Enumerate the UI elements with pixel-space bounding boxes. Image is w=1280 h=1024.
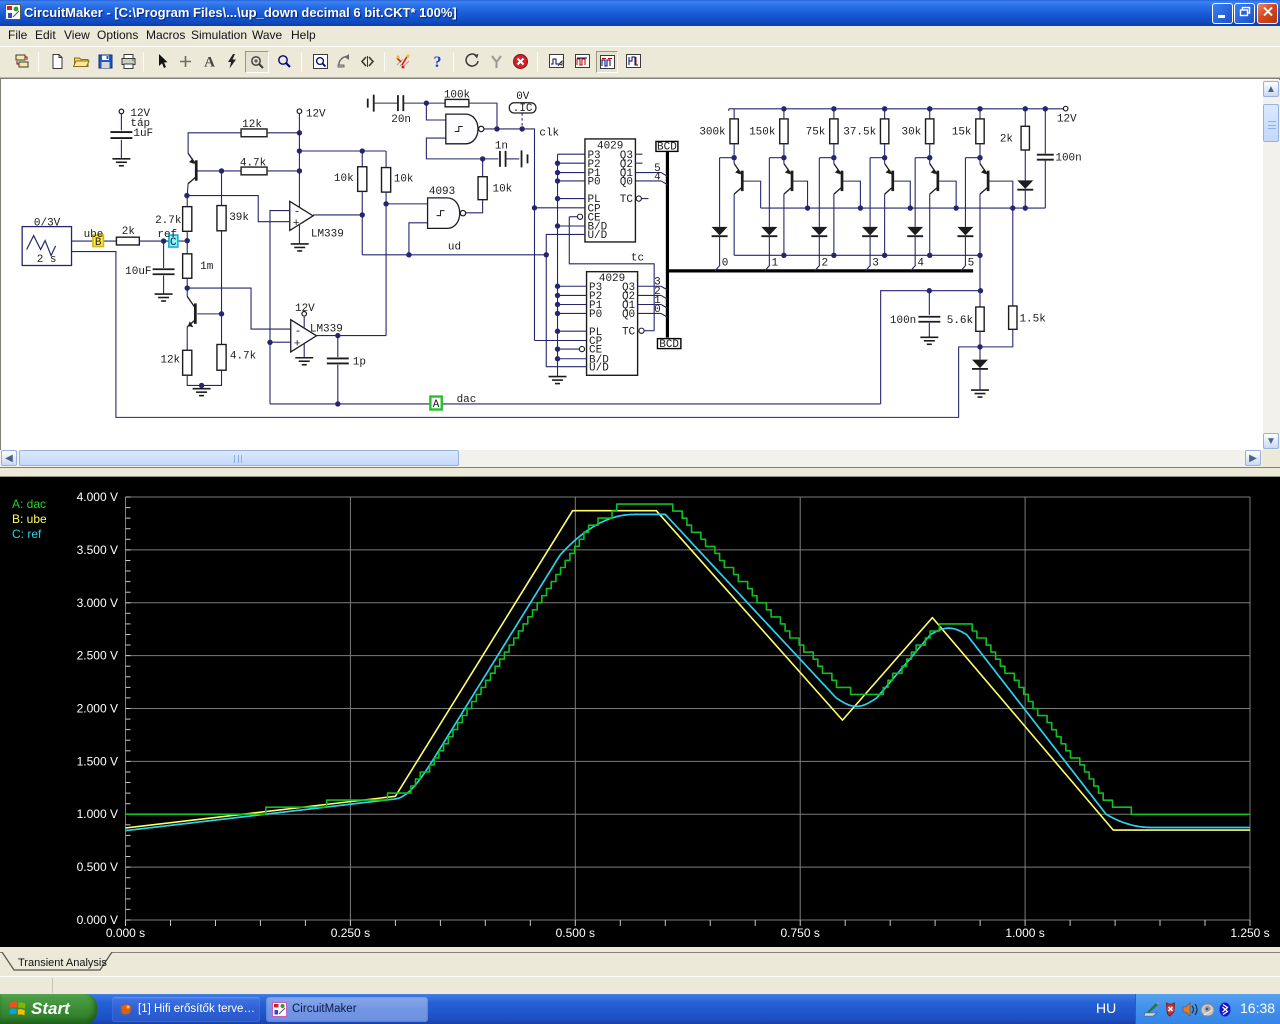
svg-text:1.000 V: 1.000 V	[77, 807, 118, 821]
svg-text:100n: 100n	[1055, 152, 1081, 164]
svg-text:tc: tc	[631, 253, 644, 265]
svg-text:4: 4	[654, 171, 661, 183]
svg-text:0.250 s: 0.250 s	[331, 926, 370, 940]
svg-text:?: ?	[433, 54, 441, 70]
svg-text:1n: 1n	[495, 140, 508, 152]
svg-text:300k: 300k	[699, 126, 726, 138]
svg-text:1.000 s: 1.000 s	[1005, 926, 1044, 940]
svg-text:12k: 12k	[160, 355, 180, 367]
svg-text:U/D: U/D	[587, 230, 607, 242]
svg-text:10k: 10k	[492, 184, 512, 196]
svg-text:100n: 100n	[890, 315, 916, 327]
svg-text:Q0: Q0	[620, 177, 633, 189]
svg-text:0: 0	[654, 304, 661, 316]
svg-text:0.750 s: 0.750 s	[781, 926, 820, 940]
svg-text:2k: 2k	[1000, 133, 1014, 145]
svg-text:Q0: Q0	[622, 309, 635, 321]
svg-text:1.250 s: 1.250 s	[1230, 926, 1269, 940]
svg-text:C: ref: C: ref	[12, 527, 42, 541]
svg-text:+: +	[293, 218, 300, 230]
svg-text:4.7k: 4.7k	[230, 351, 257, 363]
svg-text:U/D: U/D	[589, 362, 609, 374]
svg-text:LM339: LM339	[310, 323, 343, 335]
svg-text:0.500 s: 0.500 s	[556, 926, 595, 940]
svg-text:10k: 10k	[394, 174, 414, 186]
svg-text:100k: 100k	[444, 89, 471, 101]
svg-text:12V: 12V	[306, 108, 326, 120]
svg-text:2k: 2k	[122, 226, 136, 238]
svg-text:10uF: 10uF	[125, 266, 151, 278]
svg-text:ref: ref	[157, 229, 177, 241]
svg-text:1.5k: 1.5k	[1019, 313, 1046, 325]
svg-text:3.000 V: 3.000 V	[77, 596, 118, 610]
svg-text:30k: 30k	[901, 126, 921, 138]
svg-text:150k: 150k	[749, 126, 776, 138]
svg-text:2: 2	[822, 257, 829, 269]
svg-text:1p: 1p	[353, 357, 366, 369]
svg-text:2.7k: 2.7k	[155, 215, 182, 227]
svg-text:2.000 V: 2.000 V	[77, 702, 118, 716]
svg-text:20n: 20n	[391, 114, 411, 126]
svg-text:-: -	[295, 326, 302, 338]
svg-text:3.500 V: 3.500 V	[77, 543, 118, 557]
svg-text:10k: 10k	[334, 173, 354, 185]
svg-text:LM339: LM339	[311, 229, 344, 241]
svg-text:+: +	[294, 339, 301, 351]
svg-text:ud: ud	[448, 242, 461, 254]
svg-text:5.6k: 5.6k	[947, 315, 974, 327]
svg-text:A: A	[204, 55, 215, 71]
svg-text:1m: 1m	[200, 261, 214, 273]
svg-text:2 s: 2 s	[37, 254, 57, 266]
svg-text:37.5k: 37.5k	[843, 126, 876, 138]
svg-text:4: 4	[917, 257, 924, 269]
svg-text:A: dac: A: dac	[12, 497, 46, 511]
svg-text:-: -	[294, 206, 301, 218]
svg-text:0V: 0V	[516, 91, 530, 103]
svg-text:15k: 15k	[952, 126, 972, 138]
svg-text:1.500 V: 1.500 V	[77, 754, 118, 768]
svg-text:clk: clk	[539, 127, 559, 139]
svg-text:12V: 12V	[1057, 113, 1077, 125]
svg-text:39k: 39k	[229, 212, 249, 224]
svg-text:TC: TC	[620, 194, 634, 206]
svg-text:4.000 V: 4.000 V	[77, 490, 118, 504]
svg-text:dac: dac	[457, 394, 477, 406]
svg-text:3: 3	[872, 257, 879, 269]
svg-text:0.500 V: 0.500 V	[77, 860, 118, 874]
svg-text:.IC: .IC	[513, 103, 533, 115]
svg-text:0.000 s: 0.000 s	[106, 926, 145, 940]
svg-text:BCD: BCD	[657, 142, 677, 154]
svg-text:0/3V: 0/3V	[34, 218, 61, 230]
svg-text:A: A	[433, 399, 440, 411]
svg-text:1uF: 1uF	[133, 128, 153, 140]
svg-text:12k: 12k	[242, 119, 262, 131]
svg-text:1: 1	[772, 257, 779, 269]
svg-text:0: 0	[722, 257, 729, 269]
svg-text:2.500 V: 2.500 V	[77, 649, 118, 663]
svg-text:BCD: BCD	[659, 339, 679, 351]
svg-text:4.7k: 4.7k	[240, 157, 267, 169]
svg-text:P0: P0	[589, 309, 602, 321]
svg-text:Transient Analysis: Transient Analysis	[18, 957, 107, 969]
svg-text:12V: 12V	[295, 303, 315, 315]
svg-text:TC: TC	[622, 326, 636, 338]
svg-text:P0: P0	[587, 177, 600, 189]
svg-text:0.000 V: 0.000 V	[77, 913, 118, 927]
svg-text:5: 5	[968, 257, 975, 269]
svg-text:ube: ube	[84, 229, 104, 241]
svg-text:75k: 75k	[806, 126, 826, 138]
svg-text:4093: 4093	[429, 186, 455, 198]
svg-text:B: ube: B: ube	[12, 512, 47, 526]
